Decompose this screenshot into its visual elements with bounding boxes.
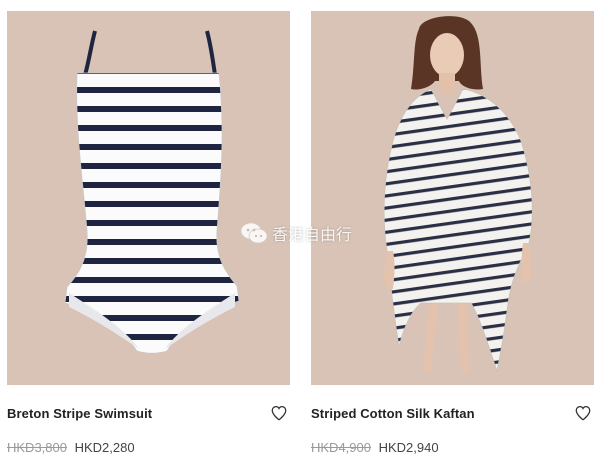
product-name[interactable]: Striped Cotton Silk Kaftan	[311, 406, 475, 421]
product-prices: HKD3,800 HKD2,280	[7, 440, 135, 455]
watermark-text: 香港自由行	[272, 225, 353, 244]
heart-outline-icon[interactable]	[574, 404, 592, 422]
swimsuit-illustration	[64, 30, 240, 354]
wechat-icon	[240, 222, 268, 244]
product-image-kaftan[interactable]	[311, 11, 594, 385]
heart-outline-icon[interactable]	[270, 404, 288, 422]
sale-price: HKD2,940	[378, 440, 439, 455]
original-price: HKD3,800	[7, 440, 67, 455]
watermark: 香港自由行	[240, 220, 352, 246]
original-price: HKD4,900	[311, 440, 371, 455]
product-image-swimsuit[interactable]	[7, 11, 290, 385]
product-card[interactable]: Striped Cotton Silk Kaftan HKD4,900 HKD2…	[311, 0, 594, 466]
sale-price: HKD2,280	[74, 440, 135, 455]
product-name[interactable]: Breton Stripe Swimsuit	[7, 406, 152, 421]
kaftan-model-illustration	[383, 16, 533, 373]
product-prices: HKD4,900 HKD2,940	[311, 440, 439, 455]
